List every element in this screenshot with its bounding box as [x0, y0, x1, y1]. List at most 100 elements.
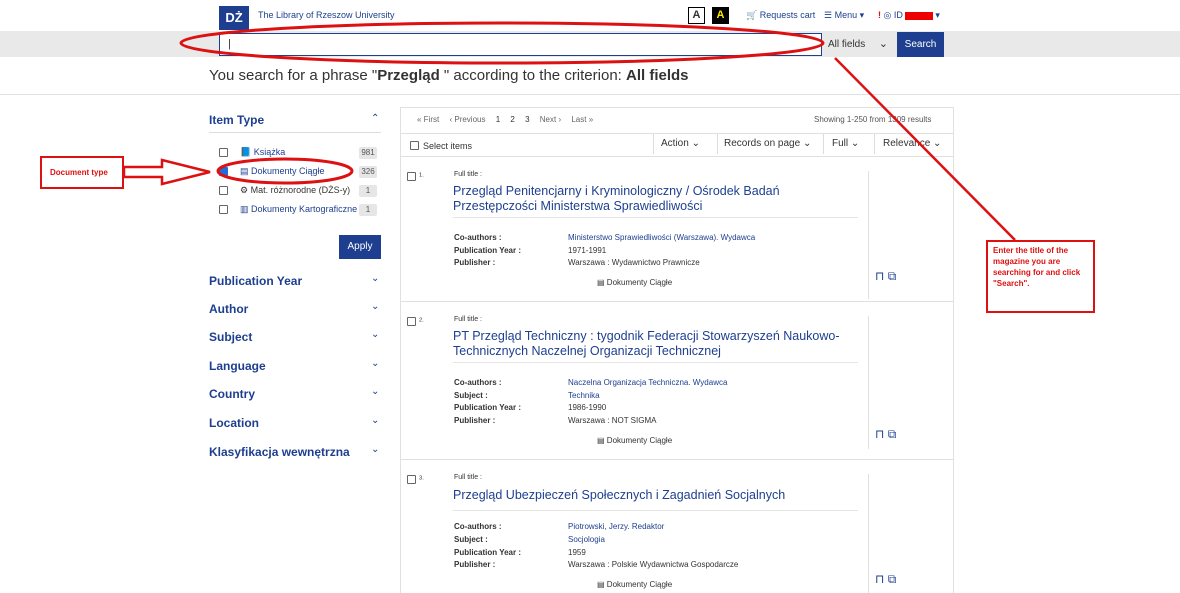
chevron-down-icon: ⌄ [850, 138, 860, 149]
map-icon: ▥ [240, 204, 249, 214]
meta-value: Warszawa : NOT SIGMA [568, 416, 657, 425]
meta-key: Subject : [454, 535, 488, 544]
record-title-link[interactable]: Przegląd Penitencjarny i Kryminologiczny… [453, 184, 853, 214]
select-all-items[interactable]: Select items [410, 140, 472, 151]
divider [653, 134, 654, 154]
pager-previous[interactable]: ‹ Previous [449, 115, 485, 124]
full-title-label: Full title : [454, 171, 483, 178]
chevron-down-icon[interactable]: ⌄ [371, 301, 379, 312]
facet-publication-year[interactable]: Publication Year [209, 274, 302, 288]
record-checkbox[interactable] [407, 172, 416, 181]
meta-key: Publication Year : [454, 548, 521, 557]
record-checkbox[interactable] [407, 317, 416, 326]
divider [453, 510, 858, 511]
checkbox[interactable] [410, 141, 419, 150]
checkbox[interactable] [219, 148, 228, 157]
checkbox[interactable] [219, 186, 228, 195]
checkbox-checked[interactable] [219, 167, 228, 176]
facet-klasyfikacja[interactable]: Klasyfikacja wewnętrzna [209, 445, 350, 459]
co-author-link[interactable]: Piotrowski, Jerzy. Redaktor [568, 522, 664, 531]
bookmark-icon[interactable]: ⊓ [875, 269, 884, 283]
select-items-label: Select items [423, 141, 473, 151]
search-button[interactable]: Search [897, 32, 944, 57]
full-view-dropdown[interactable]: Full ⌄ [832, 138, 859, 149]
chevron-down-icon[interactable]: ⌄ [371, 358, 379, 369]
facet-author[interactable]: Author [209, 302, 248, 316]
chevron-down-icon: ⌄ [802, 138, 812, 149]
doc-type-label: ▤ Dokumenty Ciągłe [597, 436, 673, 445]
contrast-high-button[interactable]: A [712, 7, 729, 24]
divider [823, 134, 824, 154]
divider [400, 459, 954, 460]
pager-page-1[interactable]: 1 [496, 115, 500, 124]
meta-key: Co-authors : [454, 522, 502, 531]
user-id-menu[interactable]: ! ◎ ID ▾ [878, 10, 940, 21]
pager-page-2[interactable]: 2 [510, 115, 514, 124]
mixed-material-icon: ⚙ [240, 185, 249, 195]
pager-next[interactable]: Next › [540, 115, 561, 124]
copy-icon[interactable]: ⧉ [888, 269, 897, 283]
doc-type-label: ▤ Dokumenty Ciągłe [597, 580, 673, 589]
record-title-link[interactable]: PT Przegląd Techniczny : tygodnik Federa… [453, 329, 853, 359]
meta-key: Publisher : [454, 560, 496, 569]
chevron-down-icon[interactable]: ⌄ [371, 444, 379, 455]
record-number: 3. [419, 475, 424, 482]
co-author-link[interactable]: Naczelna Organizacja Techniczna. Wydawca [568, 378, 727, 387]
pager-page-3[interactable]: 3 [525, 115, 529, 124]
requests-cart-link[interactable]: 🛒 Requests cart [746, 10, 815, 21]
user-icon: ◎ [883, 10, 892, 20]
record-title-link[interactable]: Przegląd Ubezpieczeń Społecznych i Zagad… [453, 488, 853, 503]
divider [868, 316, 869, 449]
meta-value: Warszawa : Wydawnictwo Prawnicze [568, 258, 700, 267]
divider [400, 156, 954, 157]
meta-value: 1986-1990 [568, 403, 607, 412]
library-logo[interactable]: DŻ [219, 6, 249, 30]
library-name-link[interactable]: The Library of Rzeszow University [258, 10, 395, 20]
results-count: Showing 1-250 from 1309 results [814, 115, 932, 124]
sort-dropdown[interactable]: Relevance ⌄ [883, 138, 941, 149]
facet-country[interactable]: Country [209, 387, 255, 401]
divider [0, 94, 1180, 95]
hamburger-icon: ☰ [824, 10, 833, 20]
chevron-down-icon: ⌄ [691, 138, 700, 149]
chevron-down-icon: ⌄ [933, 138, 942, 149]
subject-link[interactable]: Socjologia [568, 535, 605, 544]
checkbox[interactable] [219, 205, 228, 214]
bookmark-icon[interactable]: ⊓ [875, 427, 884, 441]
chevron-down-icon[interactable]: ⌄ [371, 386, 379, 397]
search-input[interactable]: | [219, 33, 822, 56]
chevron-up-icon[interactable]: ⌃ [371, 113, 379, 124]
count-badge: 326 [359, 166, 377, 178]
facet-location[interactable]: Location [209, 416, 259, 430]
book-icon: 📘 [240, 147, 252, 157]
menu-button[interactable]: ☰ Menu ▾ [824, 10, 864, 21]
pager-first[interactable]: « First [417, 115, 439, 124]
serial-icon: ▤ [240, 166, 249, 176]
facet-subject[interactable]: Subject [209, 330, 252, 344]
contrast-normal-button[interactable]: A [688, 7, 705, 24]
copy-icon[interactable]: ⧉ [888, 427, 897, 441]
count-badge: 1 [359, 204, 377, 216]
id-label: ID [893, 10, 903, 20]
apply-button[interactable]: Apply [339, 235, 381, 259]
full-title-label: Full title : [454, 474, 483, 481]
fields-label: All fields [828, 39, 866, 50]
co-author-link[interactable]: Ministerstwo Sprawiedliwości (Warszawa).… [568, 233, 755, 242]
chevron-down-icon[interactable]: ⌄ [371, 273, 379, 284]
full-title-label: Full title : [454, 316, 483, 323]
menu-label: Menu [834, 10, 858, 20]
facet-language[interactable]: Language [209, 359, 266, 373]
bookmark-icon[interactable]: ⊓ [875, 572, 884, 586]
record-number: 2. [419, 317, 424, 324]
count-badge: 981 [359, 147, 377, 159]
subject-link[interactable]: Technika [568, 391, 600, 400]
pager-last[interactable]: Last » [571, 115, 593, 124]
chevron-down-icon[interactable]: ⌄ [371, 329, 379, 340]
search-fields-select[interactable]: All fields ⌄ [828, 33, 894, 56]
chevron-down-icon[interactable]: ⌄ [371, 415, 379, 426]
copy-icon[interactable]: ⧉ [888, 572, 897, 586]
records-on-page-dropdown[interactable]: Records on page ⌄ [724, 138, 811, 149]
action-dropdown[interactable]: Action ⌄ [661, 138, 700, 149]
record-checkbox[interactable] [407, 475, 416, 484]
facet-item-type-title[interactable]: Item Type [209, 113, 264, 127]
